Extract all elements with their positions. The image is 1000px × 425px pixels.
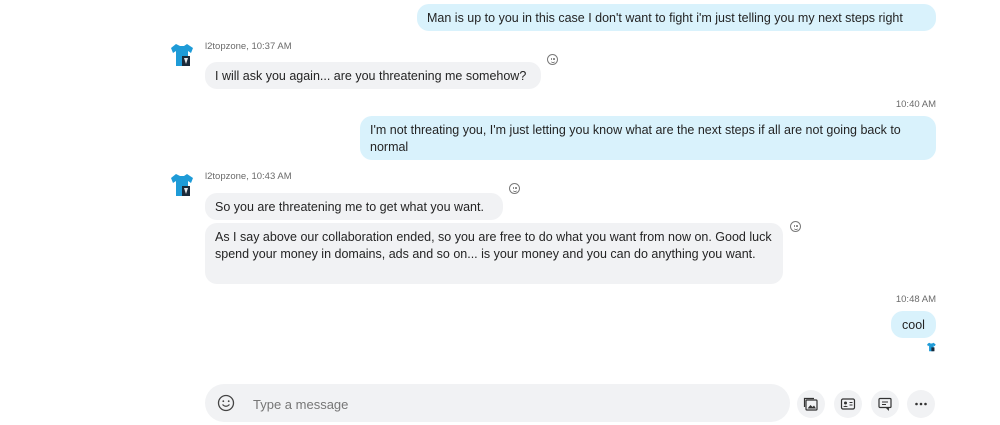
message-input[interactable] <box>251 394 755 414</box>
outgoing-message[interactable]: I'm not threating you, I'm just letting … <box>360 116 936 160</box>
incoming-message[interactable]: As I say above our collaboration ended, … <box>205 223 783 284</box>
message-timestamp: 10:40 AM <box>895 99 936 110</box>
screen-share-icon <box>878 397 892 411</box>
outgoing-message[interactable]: Man is up to you in this case I don't wa… <box>417 4 936 31</box>
message-text: As I say above our collaboration ended, … <box>215 230 772 261</box>
message-text: Man is up to you in this case I don't wa… <box>427 11 903 25</box>
contact-card-icon <box>840 398 856 410</box>
smiley-reaction-icon[interactable] <box>790 221 801 232</box>
message-text: I will ask you again... are you threaten… <box>215 69 527 83</box>
message-timestamp: 10:48 AM <box>895 294 936 305</box>
share-contact-button[interactable] <box>834 390 862 418</box>
emoji-icon[interactable] <box>217 394 235 412</box>
incoming-message[interactable]: So you are threatening me to get what yo… <box>205 193 503 220</box>
message-text: I'm not threating you, I'm just letting … <box>370 123 901 154</box>
send-media-button[interactable] <box>797 390 825 418</box>
more-options-icon <box>915 402 927 406</box>
incoming-message[interactable]: I will ask you again... are you threaten… <box>205 62 541 89</box>
message-text: So you are threatening me to get what yo… <box>215 200 484 214</box>
message-composer <box>205 384 790 422</box>
image-gallery-icon <box>803 397 818 411</box>
smiley-reaction-icon[interactable] <box>509 183 520 194</box>
read-receipt-avatar-icon <box>927 342 936 352</box>
message-text: cool <box>902 318 925 332</box>
shirt-avatar-icon[interactable] <box>168 42 194 68</box>
sender-timestamp: l2topzone, 10:43 AM <box>205 171 292 182</box>
sender-timestamp: l2topzone, 10:37 AM <box>205 41 292 52</box>
present-button[interactable] <box>871 390 899 418</box>
more-options-button[interactable] <box>907 390 935 418</box>
smiley-reaction-icon[interactable] <box>547 54 558 65</box>
outgoing-message[interactable]: cool <box>891 311 936 338</box>
shirt-avatar-icon[interactable] <box>168 172 194 198</box>
